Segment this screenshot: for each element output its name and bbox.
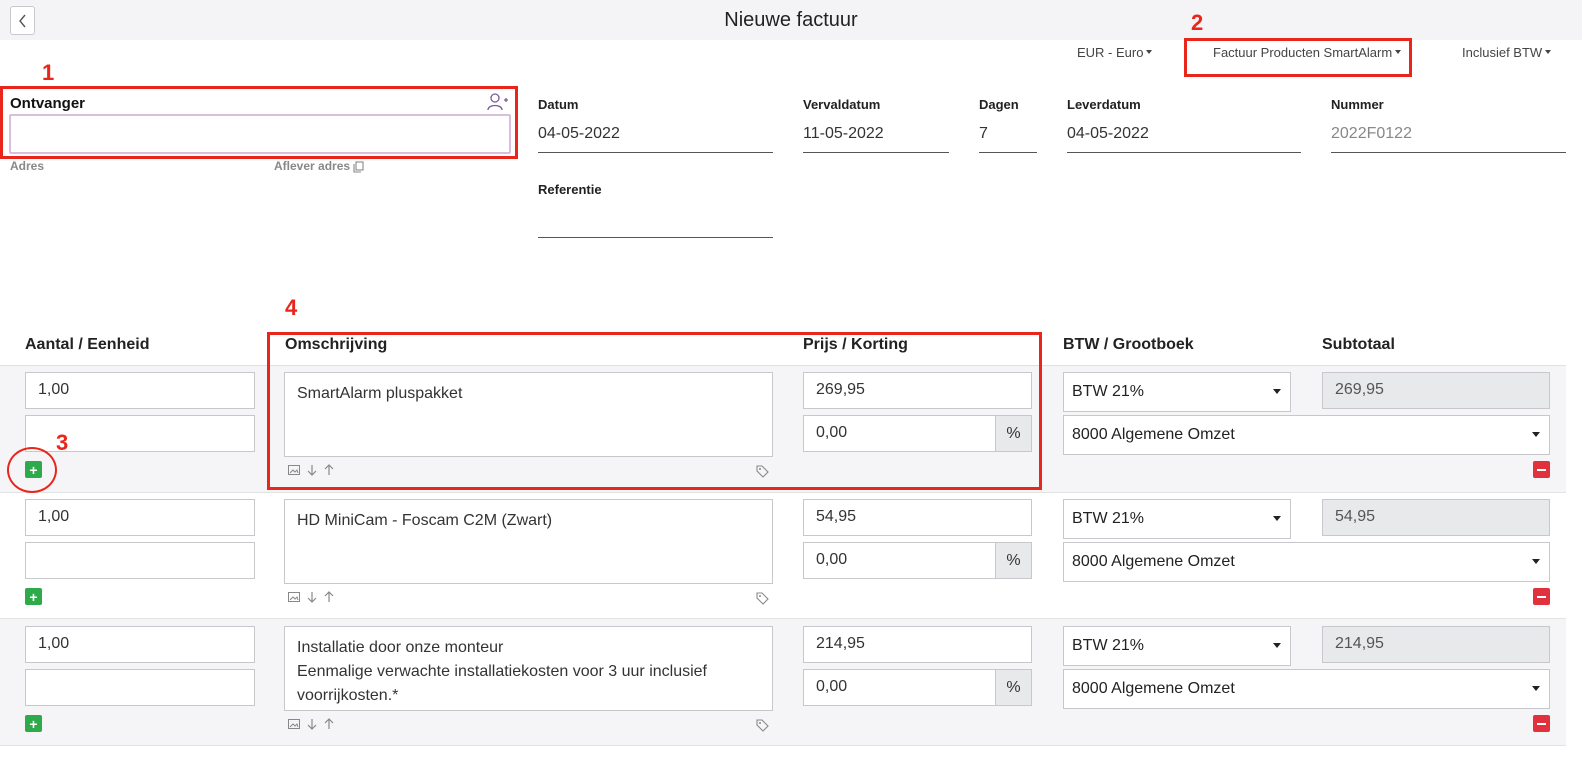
page-title: Nieuwe factuur (724, 9, 858, 31)
delivery-address-label: Aflever adres (274, 159, 351, 173)
subtotal-field: 214,95 (1322, 626, 1550, 663)
annotation-box-2 (1184, 38, 1412, 77)
delivery-address-link[interactable]: Aflever adres (274, 159, 364, 173)
vat-select[interactable]: BTW 21% (1063, 499, 1291, 539)
description-tools (288, 718, 334, 730)
column-header-vat: BTW / Grootboek (1063, 336, 1194, 353)
vat-select-value: BTW 21% (1072, 637, 1145, 654)
percent-addon: % (995, 669, 1032, 706)
vat-mode-label: Inclusief BTW (1462, 45, 1543, 60)
price-input[interactable]: 54,95 (803, 499, 1032, 536)
caret-down-icon (1146, 50, 1153, 55)
annotation-number-2: 2 (1191, 10, 1204, 35)
price-input[interactable]: 214,95 (803, 626, 1032, 663)
description-line: Eenmalige verwachte installatiekosten vo… (297, 663, 707, 680)
discount-input[interactable]: 0,00 (803, 542, 996, 579)
delivery-date-label: Leverdatum (1067, 97, 1141, 112)
caret-down-icon (1273, 643, 1281, 648)
column-header-quantity: Aantal / Eenheid (25, 336, 150, 353)
unit-input[interactable] (25, 542, 255, 579)
remove-line-button[interactable] (1533, 588, 1550, 605)
caret-down-icon (1532, 686, 1540, 691)
column-header-subtotal: Subtotaal (1322, 336, 1395, 353)
image-icon[interactable] (288, 592, 300, 602)
days-label: Dagen (979, 97, 1019, 112)
annotation-circle-3 (7, 447, 57, 493)
date-label: Datum (538, 97, 579, 112)
caret-down-icon (1532, 432, 1540, 437)
vat-select-value: BTW 21% (1072, 510, 1145, 527)
description-line: voorrijkosten.* (297, 687, 399, 704)
plus-icon: + (29, 715, 38, 732)
vat-select[interactable]: BTW 21% (1063, 626, 1291, 666)
caret-down-icon (1273, 389, 1281, 394)
annotation-number-1: 1 (42, 60, 55, 85)
quantity-input[interactable]: 1,00 (25, 372, 255, 409)
minus-icon (1537, 722, 1546, 725)
description-line: Installatie door onze monteur (297, 639, 504, 656)
unit-input[interactable] (25, 669, 255, 706)
arrow-up-icon[interactable] (324, 591, 334, 603)
annotation-number-4: 4 (285, 295, 298, 320)
number-label: Nummer (1331, 97, 1384, 112)
image-icon[interactable] (288, 719, 300, 729)
annotation-box-4 (267, 332, 1042, 490)
caret-down-icon (1273, 516, 1281, 521)
ledger-select[interactable]: 8000 Algemene Omzet (1063, 415, 1550, 455)
quantity-input[interactable]: 1,00 (25, 626, 255, 663)
caret-down-icon (1545, 50, 1552, 55)
currency-label: EUR - Euro (1077, 45, 1144, 60)
add-line-button[interactable]: + (25, 588, 42, 605)
discount-input[interactable]: 0,00 (803, 669, 996, 706)
vat-mode-dropdown[interactable]: Inclusief BTW (1462, 45, 1552, 60)
due-date-field[interactable]: 11-05-2022 (803, 123, 949, 153)
top-bar: Nieuwe factuur (0, 0, 1582, 40)
ledger-select-value: 8000 Algemene Omzet (1072, 680, 1235, 697)
due-date-label: Vervaldatum (803, 97, 881, 112)
ledger-select-value: 8000 Algemene Omzet (1072, 553, 1235, 570)
row-divider (0, 745, 1566, 746)
remove-line-button[interactable] (1533, 715, 1550, 732)
arrow-down-icon[interactable] (307, 591, 317, 603)
reference-field[interactable] (538, 208, 773, 238)
description-tools (288, 591, 334, 603)
add-line-button[interactable]: + (25, 715, 42, 732)
subtotal-field: 269,95 (1322, 372, 1550, 409)
copy-icon (353, 161, 364, 173)
subtotal-field: 54,95 (1322, 499, 1550, 536)
delivery-date-field[interactable]: 04-05-2022 (1067, 123, 1301, 153)
tag-icon[interactable] (756, 719, 769, 732)
tag-icon[interactable] (756, 592, 769, 605)
description-line: HD MiniCam - Foscam C2M (Zwart) (297, 512, 553, 529)
row-divider (0, 492, 1566, 493)
arrow-down-icon[interactable] (307, 718, 317, 730)
ledger-select[interactable]: 8000 Algemene Omzet (1063, 542, 1550, 582)
arrow-up-icon[interactable] (324, 718, 334, 730)
date-field[interactable]: 04-05-2022 (538, 123, 773, 153)
description-textarea[interactable]: HD MiniCam - Foscam C2M (Zwart) (284, 499, 773, 584)
reference-label: Referentie (538, 182, 602, 197)
ledger-select-value: 8000 Algemene Omzet (1072, 426, 1235, 443)
annotation-box-1 (0, 86, 518, 159)
address-label: Adres (10, 159, 45, 173)
description-textarea[interactable]: Installatie door onze monteur Eenmalige … (284, 626, 773, 711)
quantity-input[interactable]: 1,00 (25, 499, 255, 536)
caret-down-icon (1532, 559, 1540, 564)
invoice-number-field[interactable]: 2022F0122 (1331, 123, 1566, 153)
percent-addon: % (995, 542, 1032, 579)
days-field[interactable]: 7 (979, 123, 1037, 153)
remove-line-button[interactable] (1533, 461, 1550, 478)
minus-icon (1537, 595, 1546, 598)
minus-icon (1537, 468, 1546, 471)
vat-select[interactable]: BTW 21% (1063, 372, 1291, 412)
plus-icon: + (29, 588, 38, 605)
annotation-number-3: 3 (56, 430, 69, 455)
vat-select-value: BTW 21% (1072, 383, 1145, 400)
ledger-select[interactable]: 8000 Algemene Omzet (1063, 669, 1550, 709)
currency-dropdown[interactable]: EUR - Euro (1077, 45, 1153, 60)
